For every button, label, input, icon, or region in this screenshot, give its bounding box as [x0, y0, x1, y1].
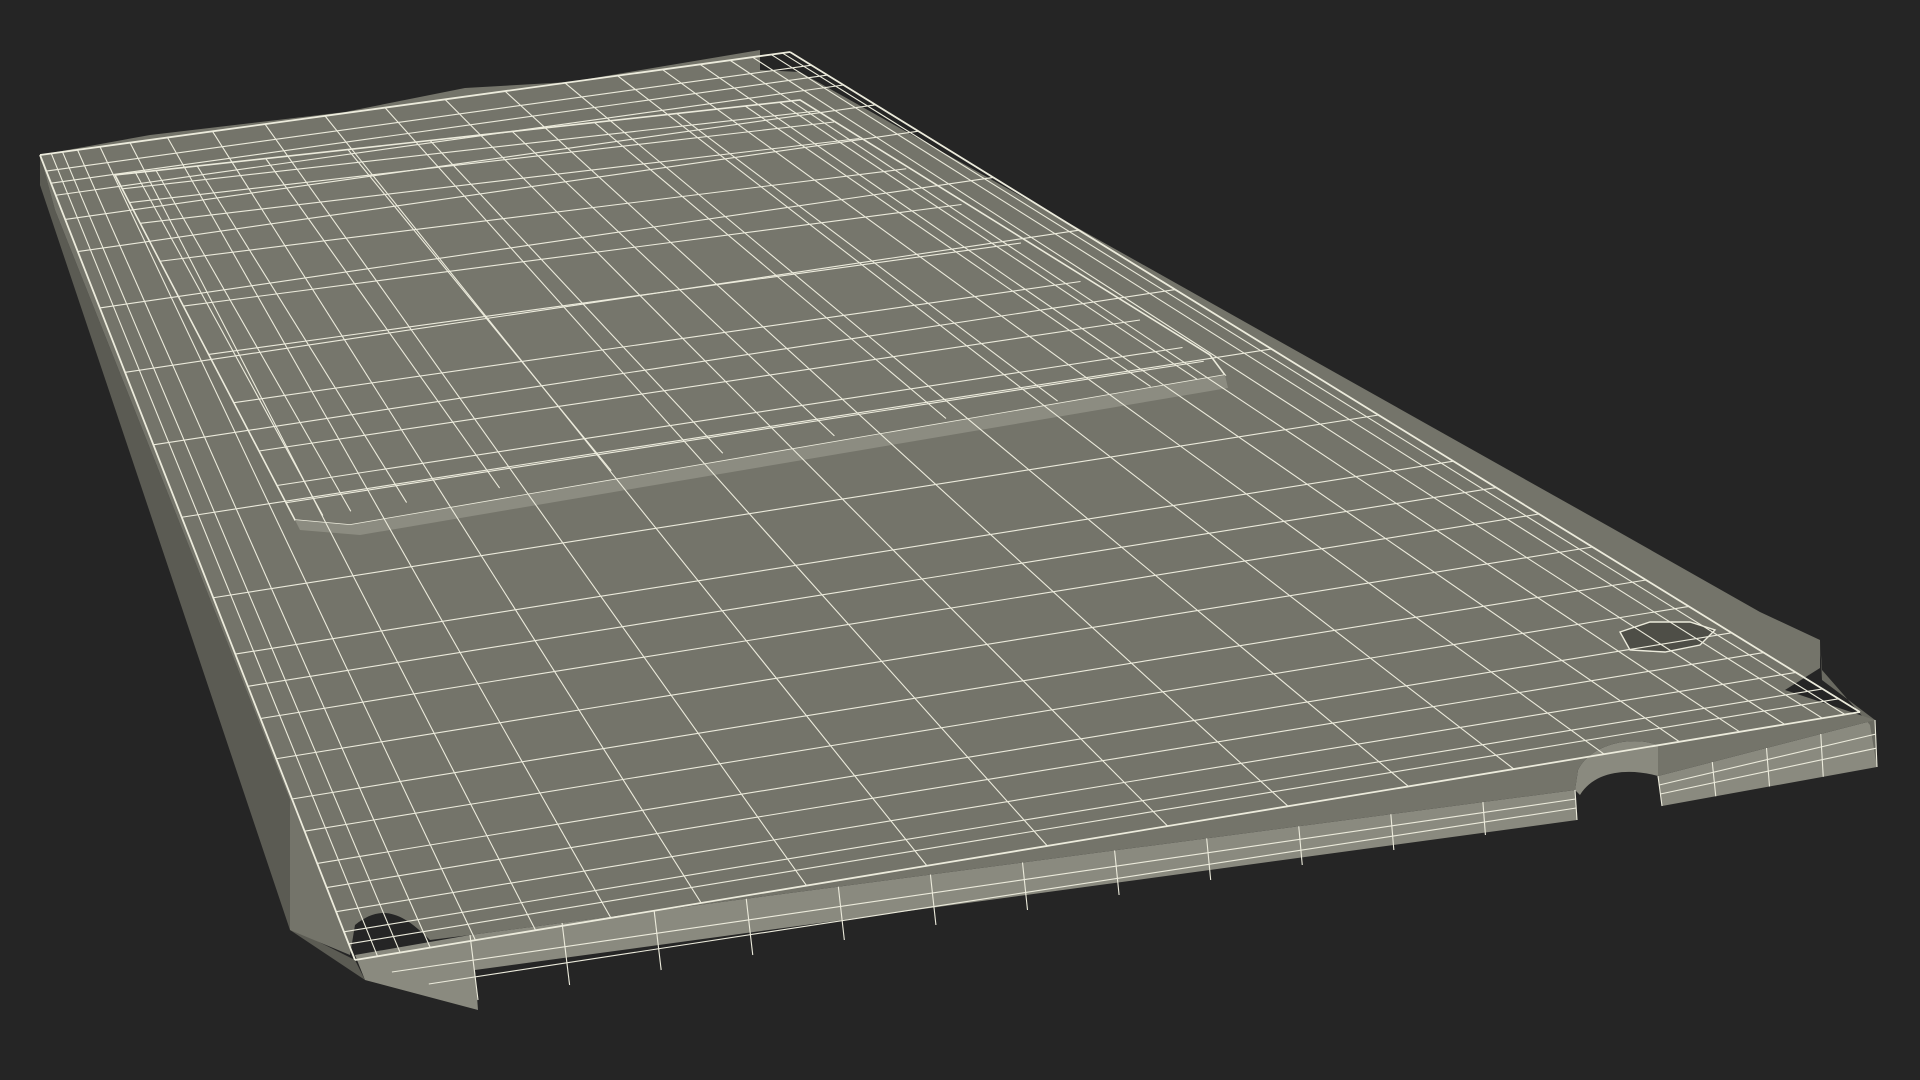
3d-viewport[interactable]	[0, 0, 1920, 1080]
viewport-canvas	[39, 50, 1878, 1010]
